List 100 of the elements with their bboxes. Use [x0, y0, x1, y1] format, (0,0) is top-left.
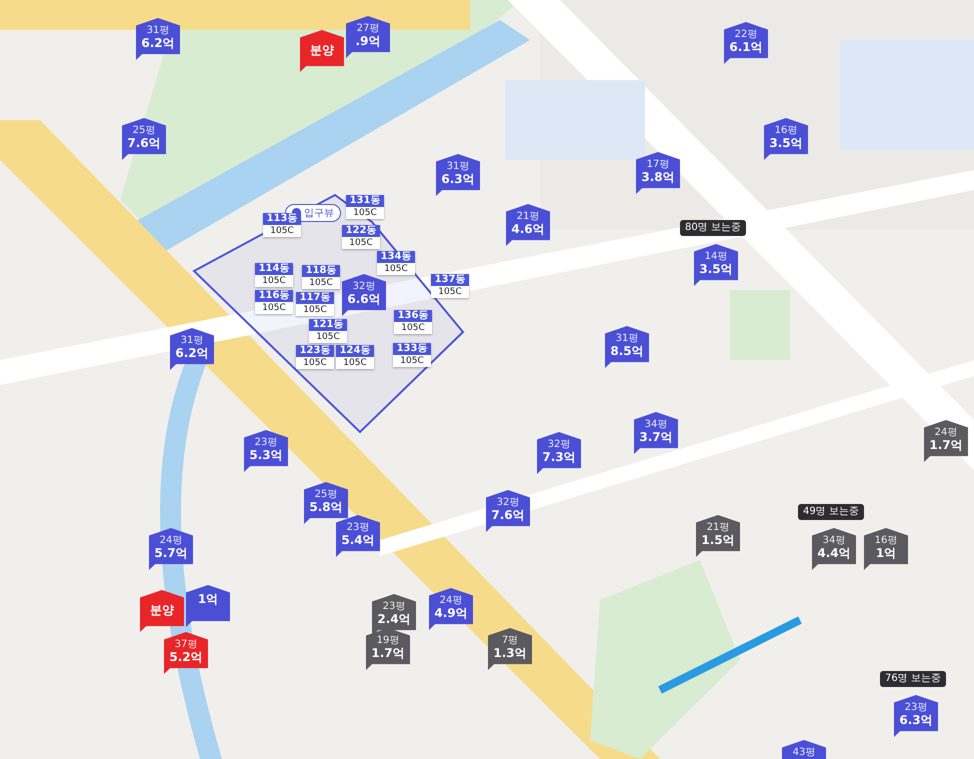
price-label: 7.6억: [491, 508, 525, 522]
price-label: 7.3억: [542, 450, 576, 464]
area-label: 43평: [792, 747, 816, 758]
area-label: 21평: [706, 522, 730, 533]
unit-type: 105C: [262, 275, 286, 287]
area-label: 7평: [502, 635, 518, 646]
price-label: 1.3억: [493, 646, 527, 660]
area-label: 19평: [376, 635, 400, 646]
area-label: 32평: [496, 497, 520, 508]
viewer-count-badge: 76명 보는중: [880, 671, 946, 687]
price-label: 6.6억: [347, 292, 381, 306]
building-number: 123동: [296, 345, 334, 357]
price-label: 5.4억: [341, 533, 375, 547]
building-number: 134동: [377, 251, 415, 263]
unit-type: 105C: [303, 357, 327, 369]
area-label: 31평: [616, 333, 638, 344]
viewer-count-badge: 49명 보는중: [798, 504, 864, 520]
price-label: 2.4억: [377, 612, 411, 626]
area-label: 37평: [174, 639, 198, 650]
area-label: 25평: [314, 489, 338, 500]
area-label: 31평: [180, 335, 204, 346]
unit-type: 105C: [438, 286, 462, 298]
building-tag[interactable]: 117동 105C: [296, 292, 334, 316]
area-label: 34평: [822, 535, 846, 546]
price-label: 6.1억: [729, 40, 763, 54]
price-label: 1.7억: [929, 438, 963, 452]
area-label: 32평: [548, 439, 570, 450]
sale-label: 분양: [310, 43, 334, 57]
unit-type: 105C: [343, 357, 367, 369]
building-tag[interactable]: 133동 105C: [393, 343, 431, 367]
area-label: 23평: [904, 702, 928, 713]
area-label: 17평: [646, 159, 670, 170]
area-label: 23평: [382, 601, 406, 612]
building-tag[interactable]: 118동 105C: [302, 265, 340, 289]
area-label: 32평: [352, 281, 376, 292]
area-label: 24평: [934, 427, 958, 438]
building-number: 121동: [309, 319, 347, 331]
area-label: 14평: [704, 251, 728, 262]
building-tag[interactable]: 134동 105C: [377, 251, 415, 275]
price-label: .9억: [356, 34, 380, 48]
price-label: 3.7억: [639, 430, 673, 444]
unit-type: 105C: [309, 277, 333, 289]
price-label: 5.8억: [309, 500, 343, 514]
price-label: 4.6억: [511, 222, 545, 236]
building-tag[interactable]: 124동 105C: [336, 345, 374, 369]
building-number: 136동: [394, 310, 432, 322]
area-label: 25평: [132, 125, 156, 136]
price-label: 1억: [876, 546, 896, 560]
unit-type: 105C: [349, 237, 373, 249]
viewer-count-badge: 80명 보는중: [680, 220, 746, 236]
area-label: 24평: [440, 595, 462, 606]
area-label: 24평: [160, 535, 182, 546]
building-tag[interactable]: 136동 105C: [394, 310, 432, 334]
building-tag[interactable]: 137동 105C: [431, 274, 469, 298]
building-tag[interactable]: 116동 105C: [255, 290, 293, 314]
unit-type: 105C: [401, 322, 425, 334]
building-tag[interactable]: 114동 105C: [255, 263, 293, 287]
building-number: 122동: [342, 225, 380, 237]
price-label: 3.5억: [769, 136, 803, 150]
building-number: 114동: [255, 263, 293, 275]
building-tag[interactable]: 131동 105C: [346, 195, 384, 219]
area-label: 16평: [874, 535, 898, 546]
building-tag[interactable]: 123동 105C: [296, 345, 334, 369]
entrance-view-text: 입구뷰: [304, 207, 334, 220]
price-label: 1.7억: [371, 646, 405, 660]
unit-type: 105C: [400, 355, 424, 367]
area-label: 34평: [644, 419, 668, 430]
area-label: 23평: [254, 437, 278, 448]
building-number: 124동: [336, 345, 374, 357]
building-tag[interactable]: 113동 105C: [263, 213, 301, 237]
price-label: 6.2억: [141, 36, 175, 50]
area-label: 27평: [356, 23, 380, 34]
price-label: 6.2억: [175, 346, 209, 360]
building-number: 118동: [302, 265, 340, 277]
price-label: 3.8억: [641, 170, 675, 184]
price-label: 4.9억: [434, 606, 468, 620]
area-label: 16평: [774, 125, 798, 136]
price-label: 7.6억: [127, 136, 161, 150]
price-label: 8.5억: [610, 344, 644, 358]
price-label: 5.7억: [154, 546, 188, 560]
price-label: 6.3억: [441, 172, 475, 186]
building-number: 137동: [431, 274, 469, 286]
unit-type: 105C: [353, 207, 377, 219]
unit-type: 105C: [384, 263, 408, 275]
price-label: 1.5억: [701, 533, 735, 547]
building-number: 131동: [346, 195, 384, 207]
sale-label: 분양: [150, 603, 174, 617]
building-number: 133동: [393, 343, 431, 355]
unit-type: 105C: [303, 304, 327, 316]
unit-type: 105C: [262, 302, 286, 314]
price-label: 1억: [198, 592, 218, 606]
price-label: 6.3억: [899, 713, 933, 727]
area-label: 31평: [146, 25, 170, 36]
area-label: 31평: [446, 161, 470, 172]
unit-type: 105C: [316, 331, 340, 343]
area-label: 21평: [516, 211, 540, 222]
building-tag[interactable]: 122동 105C: [342, 225, 380, 249]
unit-type: 105C: [270, 225, 294, 237]
building-tag[interactable]: 121동 105C: [309, 319, 347, 343]
building-number: 116동: [255, 290, 293, 302]
